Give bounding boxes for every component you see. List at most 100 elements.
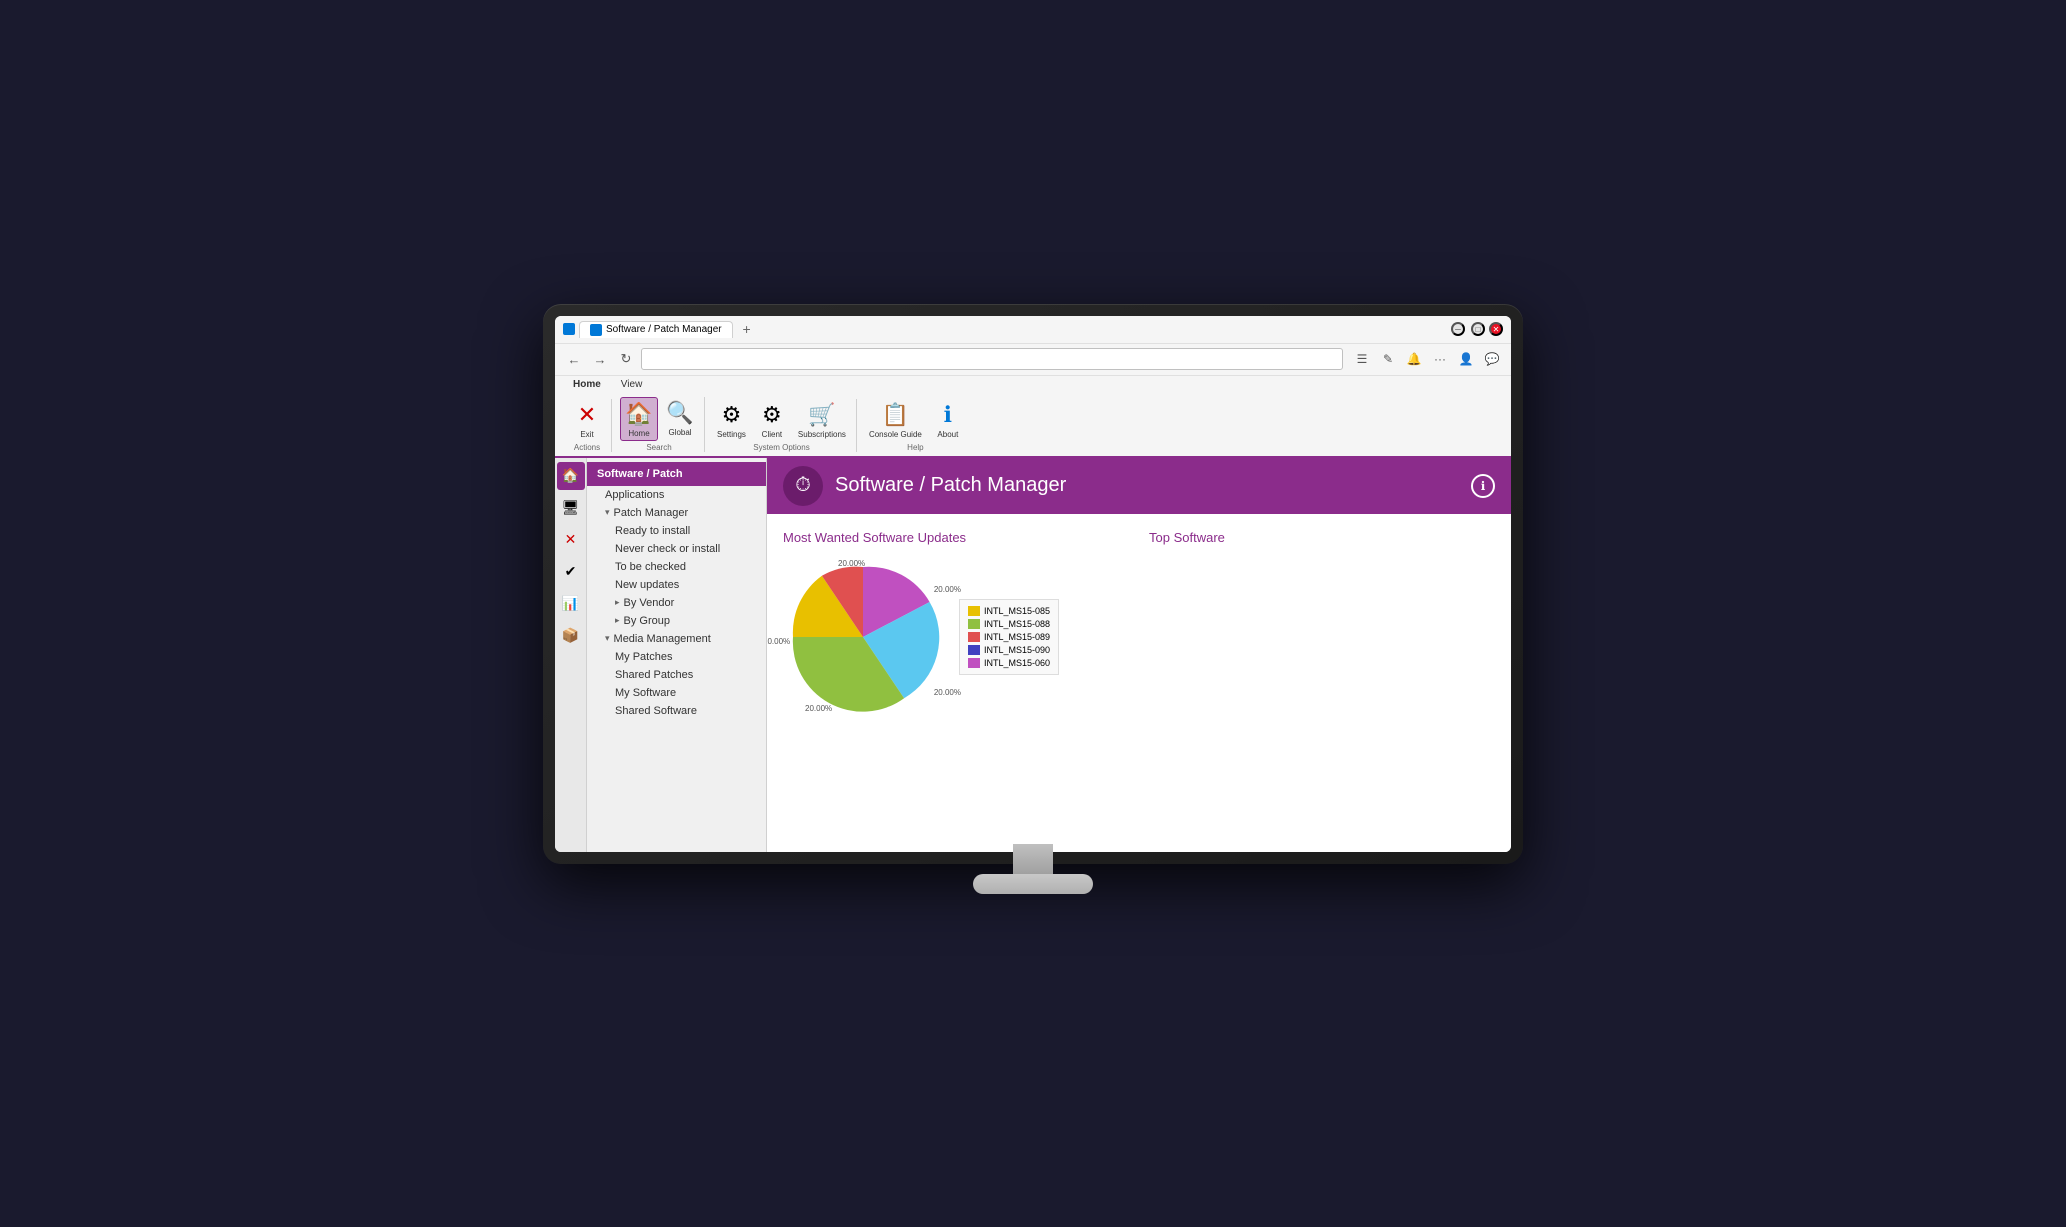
bell-icon-button[interactable]: 🔔: [1403, 348, 1425, 370]
tree-item-shared-patches[interactable]: Shared Patches: [587, 666, 766, 684]
tree-item-label: To be checked: [615, 561, 686, 573]
tree-nav: Software / Patch Applications ▾ Patch Ma…: [587, 458, 767, 852]
console-guide-label: Console Guide: [869, 430, 922, 439]
top-software-title: Top Software: [1149, 530, 1495, 545]
menu-icon-button[interactable]: ☰: [1351, 348, 1373, 370]
top-software-section: Top Software: [1149, 530, 1495, 836]
content-info-button[interactable]: ℹ: [1471, 474, 1495, 498]
ribbon-tab-home[interactable]: Home: [563, 376, 611, 393]
global-icon: 🔍: [666, 399, 694, 427]
sidebar-chart-button[interactable]: 📊: [557, 590, 585, 618]
home-icon: 🏠: [625, 400, 653, 428]
tree-item-label: Patch Manager: [614, 507, 689, 519]
monitor-stand: [973, 844, 1093, 894]
refresh-button[interactable]: ↻: [615, 348, 637, 370]
close-button[interactable]: ✕: [1489, 322, 1503, 336]
sidebar-tools-button[interactable]: ✕: [557, 526, 585, 554]
tree-expand-icon: ▸: [615, 597, 620, 608]
exit-button[interactable]: ✕ Exit: [569, 399, 605, 441]
legend-label-2: INTL_MS15-088: [984, 619, 1050, 629]
tree-item-to-be-checked[interactable]: To be checked: [587, 558, 766, 576]
legend-item-2: INTL_MS15-088: [968, 619, 1050, 629]
monitor-bezel: Software / Patch Manager + ─ □ ✕ ← → ↻ ☰…: [543, 304, 1523, 864]
ribbon-group-help: 📋 Console Guide ℹ About Help: [859, 399, 972, 452]
settings-button[interactable]: ⚙ Settings: [713, 399, 750, 441]
subscriptions-icon: 🛒: [808, 401, 836, 429]
system-options-label: System Options: [713, 443, 850, 452]
tree-item-never-check[interactable]: Never check or install: [587, 540, 766, 558]
tab-item[interactable]: Software / Patch Manager: [579, 321, 733, 338]
browser-titlebar: Software / Patch Manager + ─ □ ✕: [555, 316, 1511, 344]
tree-item-label: Applications: [605, 489, 664, 501]
content-header: ⏱ Software / Patch Manager ℹ: [767, 458, 1511, 514]
monitor: Software / Patch Manager + ─ □ ✕ ← → ↻ ☰…: [543, 304, 1523, 924]
pct-label-5: 20.00%: [767, 637, 790, 646]
tree-item-new-updates[interactable]: New updates: [587, 576, 766, 594]
client-label: Client: [762, 430, 782, 439]
tree-item-label: New updates: [615, 579, 679, 591]
address-bar[interactable]: [641, 348, 1343, 370]
tree-item-my-patches[interactable]: My Patches: [587, 648, 766, 666]
new-tab-button[interactable]: +: [737, 319, 757, 339]
user-icon-button[interactable]: 👤: [1455, 348, 1477, 370]
ribbon: Home View ✕ Exit Actions: [555, 376, 1511, 458]
client-button[interactable]: ⚙ Client: [754, 399, 790, 441]
tree-item-shared-software[interactable]: Shared Software: [587, 702, 766, 720]
pie-chart-container: 20.00% 20.00% 20.00% 20.00% 20.00%: [783, 557, 1129, 717]
sidebar-home-button[interactable]: 🏠: [557, 462, 585, 490]
ribbon-content: ✕ Exit Actions 🏠 Home: [555, 393, 1511, 456]
ribbon-group-actions: ✕ Exit Actions: [563, 399, 612, 452]
tree-item-by-group[interactable]: ▸ By Group: [587, 612, 766, 630]
about-button[interactable]: ℹ About: [930, 399, 966, 441]
toolbar-icons: ☰ ✎ 🔔 ··· 👤 💬: [1351, 348, 1503, 370]
chart-legend: INTL_MS15-085 INTL_MS15-088 INTL_MS15-08…: [959, 599, 1059, 675]
pct-label-1: 20.00%: [838, 559, 865, 568]
sidebar-media-button[interactable]: 📦: [557, 622, 585, 650]
tree-item-applications[interactable]: Applications: [587, 486, 766, 504]
exit-label: Exit: [580, 430, 593, 439]
more-icon-button[interactable]: ···: [1429, 348, 1451, 370]
legend-item-3: INTL_MS15-089: [968, 632, 1050, 642]
console-guide-icon: 📋: [881, 401, 909, 429]
pct-label-2: 20.00%: [934, 585, 961, 594]
sidebar-icons: 🏠 🖥 ✕ ✔ 📊 📦: [555, 458, 587, 852]
tree-item-by-vendor[interactable]: ▸ By Vendor: [587, 594, 766, 612]
home-button[interactable]: 🏠 Home: [620, 397, 658, 441]
tree-item-patch-manager[interactable]: ▾ Patch Manager: [587, 504, 766, 522]
minimize-button[interactable]: ─: [1451, 322, 1465, 336]
legend-label-3: INTL_MS15-089: [984, 632, 1050, 642]
pie-svg: [783, 557, 943, 717]
console-guide-button[interactable]: 📋 Console Guide: [865, 399, 926, 441]
actions-group-label: Actions: [569, 443, 605, 452]
tree-item-media-management[interactable]: ▾ Media Management: [587, 630, 766, 648]
legend-color-1: [968, 606, 980, 616]
tab-label: Software / Patch Manager: [606, 324, 722, 335]
subscriptions-button[interactable]: 🛒 Subscriptions: [794, 399, 850, 441]
chat-icon-button[interactable]: 💬: [1481, 348, 1503, 370]
forward-button[interactable]: →: [589, 348, 611, 370]
back-button[interactable]: ←: [563, 348, 585, 370]
tree-item-label: By Group: [624, 615, 670, 627]
tab-favicon-inner: [590, 324, 602, 336]
global-button[interactable]: 🔍 Global: [662, 397, 698, 441]
tree-item-label: My Software: [615, 687, 676, 699]
edit-icon-button[interactable]: ✎: [1377, 348, 1399, 370]
tree-expand-icon: ▸: [615, 615, 620, 626]
ribbon-group-system-options: ⚙ Settings ⚙ Client 🛒 Subscriptions: [707, 399, 857, 452]
stand-neck: [1013, 844, 1053, 874]
tree-item-my-software[interactable]: My Software: [587, 684, 766, 702]
maximize-button[interactable]: □: [1471, 322, 1485, 336]
legend-label-5: INTL_MS15-060: [984, 658, 1050, 668]
browser-toolbar: ← → ↻ ☰ ✎ 🔔 ··· 👤 💬: [555, 344, 1511, 376]
settings-label: Settings: [717, 430, 746, 439]
sidebar-check-button[interactable]: ✔: [557, 558, 585, 586]
settings-icon: ⚙: [717, 401, 745, 429]
tree-item-ready-install[interactable]: Ready to install: [587, 522, 766, 540]
tree-item-label: Ready to install: [615, 525, 690, 537]
ribbon-buttons-actions: ✕ Exit: [569, 399, 605, 441]
legend-color-3: [968, 632, 980, 642]
app-body: 🏠 🖥 ✕ ✔ 📊 📦 Software / Patch Application…: [555, 458, 1511, 852]
tree-item-label: Shared Software: [615, 705, 697, 717]
ribbon-tab-view[interactable]: View: [611, 376, 653, 393]
sidebar-monitor-button[interactable]: 🖥: [557, 494, 585, 522]
